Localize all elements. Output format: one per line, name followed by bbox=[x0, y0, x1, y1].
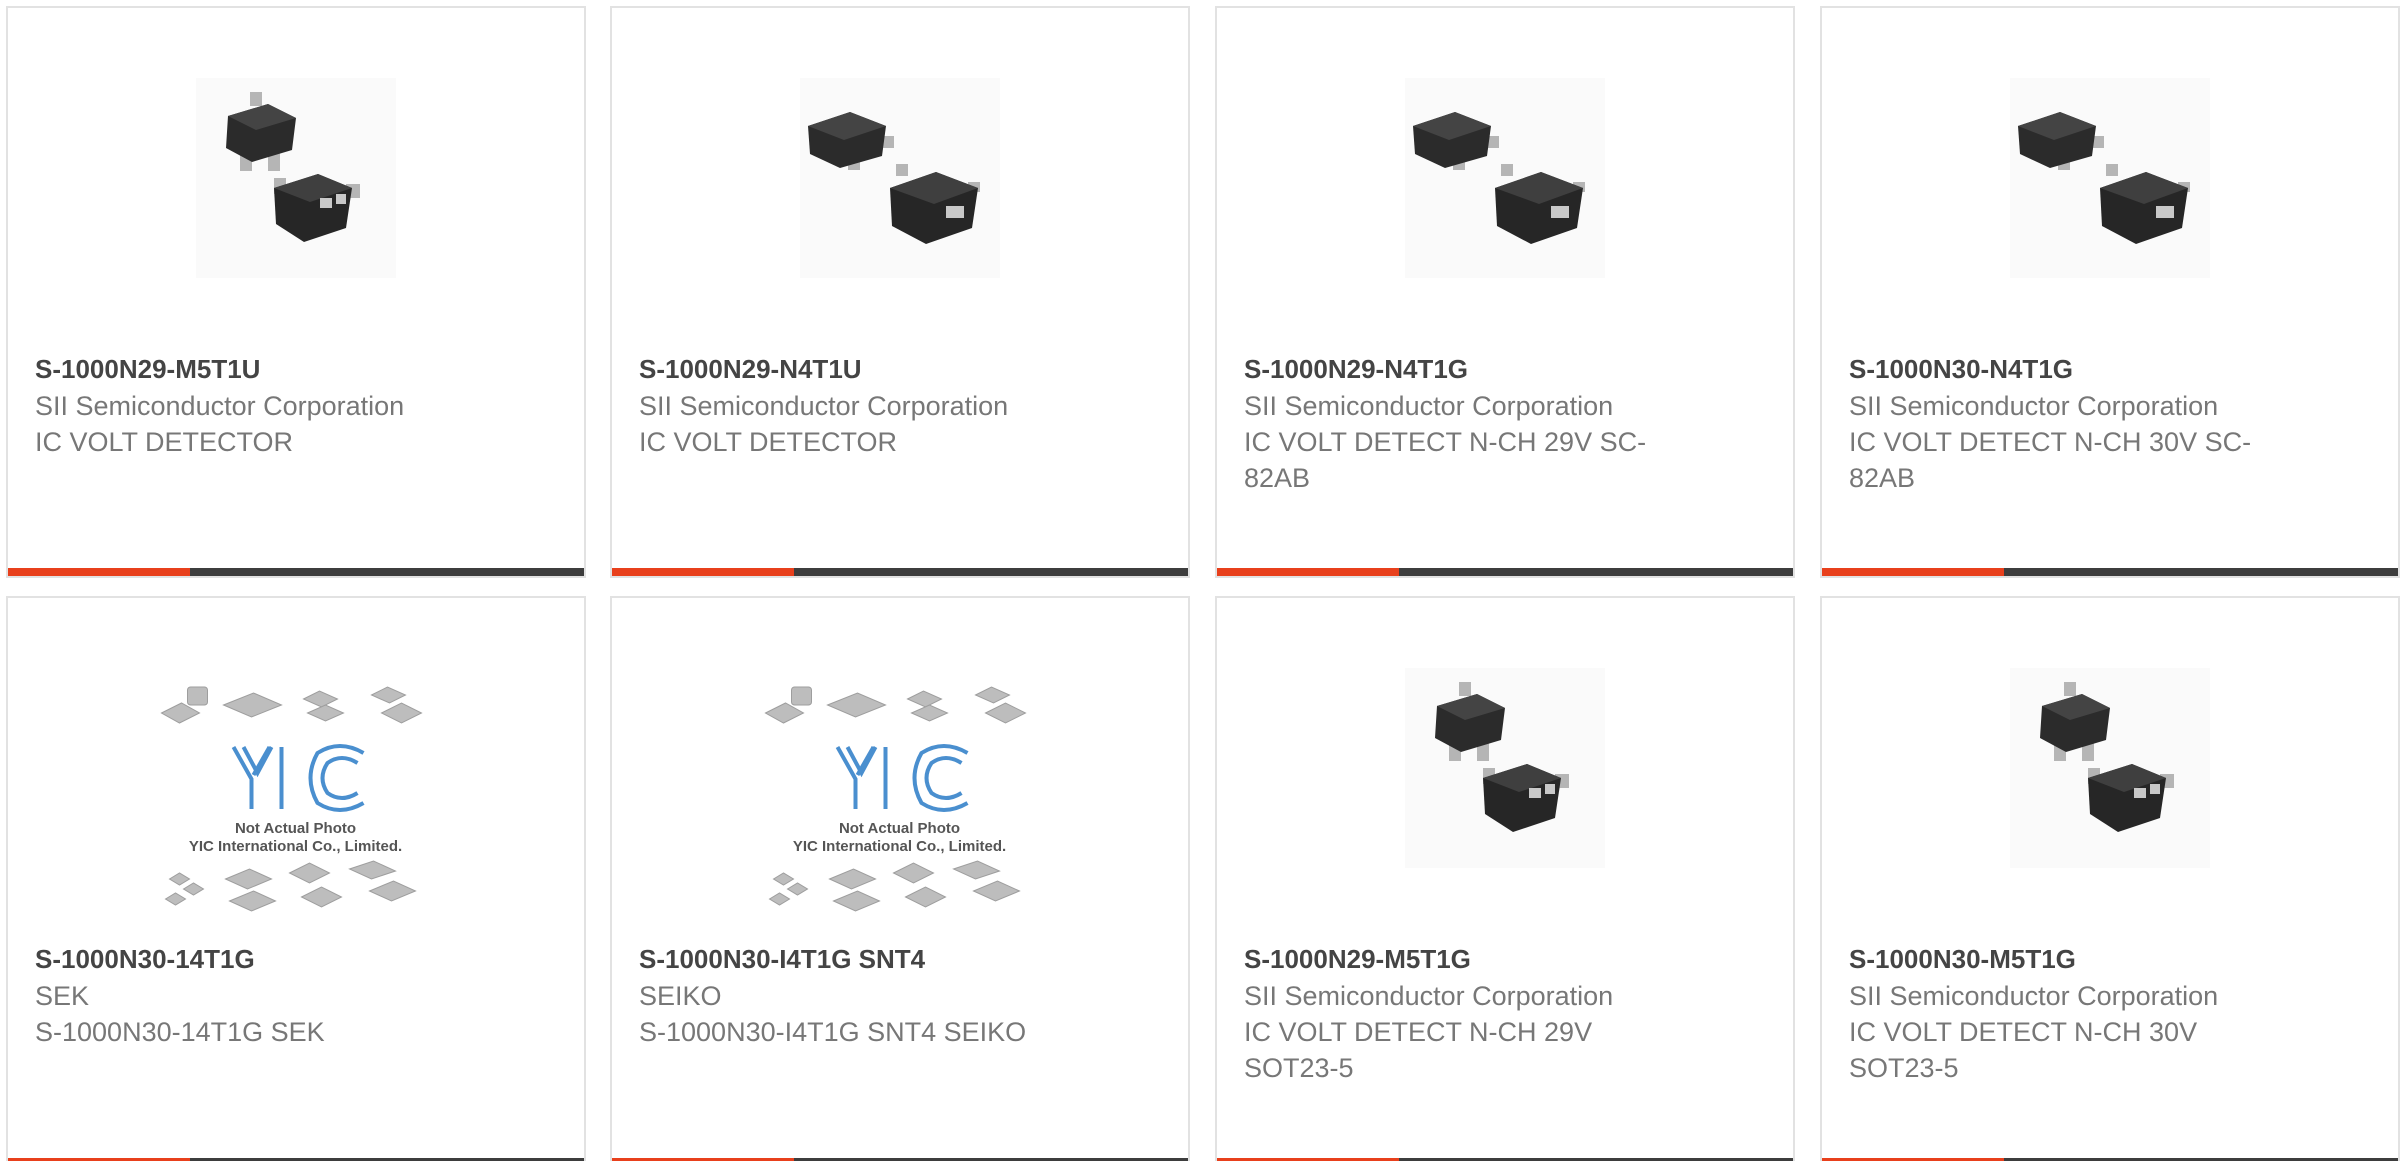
card-accent bbox=[612, 568, 794, 576]
part-number[interactable]: S-1000N29-M5T1G bbox=[1244, 940, 1753, 978]
description: IC VOLT DETECT N-CH 29V SOT23-5 bbox=[1244, 1017, 1593, 1083]
product-card[interactable]: S-1000N29-M5T1U SII Semiconductor Corpor… bbox=[6, 6, 586, 578]
manufacturer: SII Semiconductor Corporation bbox=[639, 391, 1009, 421]
placeholder-caption-1: Not Actual Photo bbox=[235, 820, 356, 837]
chip-photo[interactable] bbox=[800, 78, 1000, 278]
card-bottom-bar bbox=[1822, 568, 2398, 576]
placeholder-caption-1: Not Actual Photo bbox=[839, 820, 960, 837]
chip-photo[interactable] bbox=[2010, 668, 2210, 868]
part-number[interactable]: S-1000N29-N4T1U bbox=[639, 350, 1148, 388]
part-number[interactable]: S-1000N30-M5T1G bbox=[1849, 940, 2358, 978]
placeholder-caption-2: YIC International Co., Limited. bbox=[793, 838, 1006, 855]
manufacturer: SII Semiconductor Corporation bbox=[1244, 981, 1614, 1011]
placeholder-caption-2: YIC International Co., Limited. bbox=[189, 838, 402, 855]
product-card[interactable]: S-1000N29-M5T1G SII Semiconductor Corpor… bbox=[1215, 596, 1795, 1161]
product-grid: S-1000N29-M5T1U SII Semiconductor Corpor… bbox=[0, 0, 2407, 1161]
product-card[interactable]: Not Actual Photo YIC International Co., … bbox=[610, 596, 1190, 1161]
product-card[interactable]: S-1000N30-N4T1G SII Semiconductor Corpor… bbox=[1820, 6, 2400, 578]
product-card[interactable]: Not Actual Photo YIC International Co., … bbox=[6, 596, 586, 1161]
manufacturer: SEK bbox=[35, 981, 90, 1011]
part-number[interactable]: S-1000N30-14T1G bbox=[35, 940, 544, 978]
product-info: S-1000N29-M5T1G SII Semiconductor Corpor… bbox=[1244, 940, 1753, 1086]
product-card[interactable]: S-1000N29-N4T1U SII Semiconductor Corpor… bbox=[610, 6, 1190, 578]
card-accent bbox=[8, 568, 190, 576]
manufacturer: SEIKO bbox=[639, 981, 722, 1011]
description: IC VOLT DETECTOR bbox=[35, 427, 294, 457]
product-info: S-1000N29-N4T1G SII Semiconductor Corpor… bbox=[1244, 350, 1753, 496]
chip-photo[interactable] bbox=[1405, 668, 1605, 868]
product-info: S-1000N29-N4T1U SII Semiconductor Corpor… bbox=[639, 350, 1148, 460]
part-number[interactable]: S-1000N30-I4T1G SNT4 bbox=[639, 940, 1148, 978]
product-info: S-1000N30-I4T1G SNT4 SEIKO S-1000N30-I4T… bbox=[639, 940, 1148, 1050]
product-info: S-1000N30-14T1G SEK S-1000N30-14T1G SEK bbox=[35, 940, 544, 1050]
description: S-1000N30-I4T1G SNT4 SEIKO bbox=[639, 1017, 1027, 1047]
part-number[interactable]: S-1000N29-N4T1G bbox=[1244, 350, 1753, 388]
product-card[interactable]: S-1000N30-M5T1G SII Semiconductor Corpor… bbox=[1820, 596, 2400, 1161]
description: S-1000N30-14T1G SEK bbox=[35, 1017, 325, 1047]
card-bottom-bar bbox=[1217, 568, 1793, 576]
chip-photo[interactable] bbox=[196, 78, 396, 278]
description: IC VOLT DETECT N-CH 29V SC-82AB bbox=[1244, 427, 1647, 493]
product-info: S-1000N29-M5T1U SII Semiconductor Corpor… bbox=[35, 350, 544, 460]
manufacturer: SII Semiconductor Corporation bbox=[35, 391, 405, 421]
placeholder-photo[interactable]: Not Actual Photo YIC International Co., … bbox=[153, 683, 439, 923]
product-info: S-1000N30-N4T1G SII Semiconductor Corpor… bbox=[1849, 350, 2358, 496]
card-bottom-bar bbox=[612, 568, 1188, 576]
card-accent bbox=[1217, 568, 1399, 576]
part-number[interactable]: S-1000N29-M5T1U bbox=[35, 350, 544, 388]
manufacturer: SII Semiconductor Corporation bbox=[1244, 391, 1614, 421]
placeholder-photo[interactable]: Not Actual Photo YIC International Co., … bbox=[757, 683, 1043, 923]
description: IC VOLT DETECTOR bbox=[639, 427, 898, 457]
product-card[interactable]: S-1000N29-N4T1G SII Semiconductor Corpor… bbox=[1215, 6, 1795, 578]
card-accent bbox=[1822, 568, 2004, 576]
description: IC VOLT DETECT N-CH 30V SC-82AB bbox=[1849, 427, 2252, 493]
part-number[interactable]: S-1000N30-N4T1G bbox=[1849, 350, 2358, 388]
product-info: S-1000N30-M5T1G SII Semiconductor Corpor… bbox=[1849, 940, 2358, 1086]
description: IC VOLT DETECT N-CH 30V SOT23-5 bbox=[1849, 1017, 2198, 1083]
chip-photo[interactable] bbox=[1405, 78, 1605, 278]
chip-photo[interactable] bbox=[2010, 78, 2210, 278]
manufacturer: SII Semiconductor Corporation bbox=[1849, 391, 2219, 421]
manufacturer: SII Semiconductor Corporation bbox=[1849, 981, 2219, 1011]
card-bottom-bar bbox=[8, 568, 584, 576]
